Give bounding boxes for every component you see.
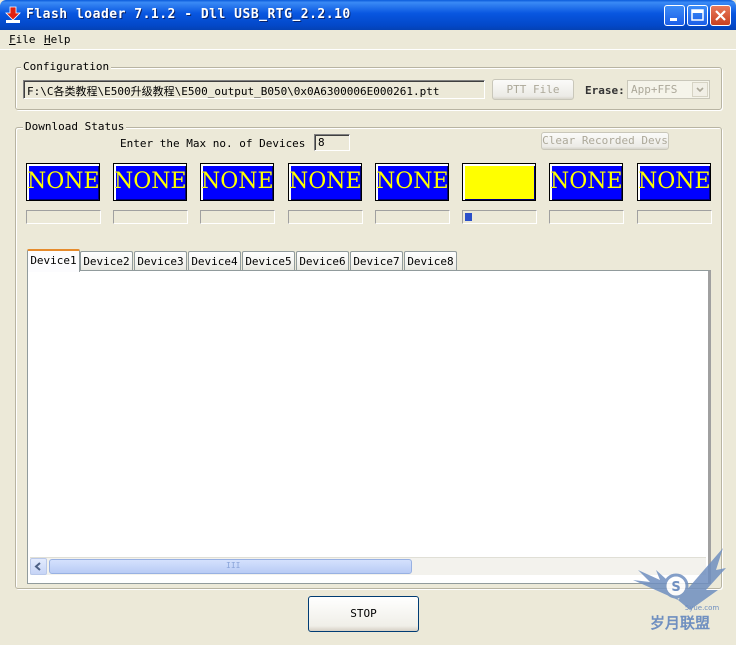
configuration-label: Configuration [21, 60, 112, 73]
erase-select-value: App+FFS [631, 83, 678, 96]
maximize-icon [691, 9, 704, 21]
menu-help-label: elp [50, 33, 71, 46]
device-log-panel[interactable] [27, 270, 711, 584]
watermark-logo: S 岁月联盟 5yue.com [633, 548, 726, 632]
watermark-url: 5yue.com [685, 604, 720, 612]
chevron-down-icon [692, 82, 708, 97]
minimize-icon [670, 18, 677, 21]
device-progress-6 [462, 210, 537, 224]
chevron-left-icon [34, 562, 41, 571]
tab-device8[interactable]: Device8 [404, 251, 457, 271]
tab-device1[interactable]: Device1 [27, 249, 80, 272]
tab-device6[interactable]: Device6 [296, 251, 349, 271]
tab-device2[interactable]: Device2 [80, 251, 133, 271]
erase-label: Erase: [585, 84, 625, 97]
maximize-button[interactable] [687, 5, 708, 26]
device-progress-3 [200, 210, 275, 224]
menu-bar: File Help [0, 30, 736, 50]
device-progress-7 [549, 210, 624, 224]
horizontal-scrollbar[interactable]: III [30, 557, 706, 575]
max-devices-input[interactable]: 8 [314, 134, 350, 151]
tab-device7[interactable]: Device7 [350, 251, 403, 271]
menu-file[interactable]: File [9, 33, 36, 46]
menu-file-label: ile [15, 33, 36, 46]
device-progress-2 [113, 210, 188, 224]
device-status-box-2: NONE [113, 163, 187, 201]
watermark-brand: 岁月联盟 [650, 614, 710, 632]
clear-recorded-devs-button[interactable]: Clear Recorded Devs [541, 132, 669, 150]
scroll-left-button[interactable] [30, 558, 47, 575]
close-button[interactable] [710, 5, 731, 26]
scroll-thumb[interactable]: III [49, 559, 412, 574]
device-progress-5 [375, 210, 450, 224]
device-status-box-4: NONE [288, 163, 362, 201]
device-status-box-1: NONE [26, 163, 100, 201]
ptt-file-path: F:\C各类教程\E500升级教程\E500_output_B050\0x0A6… [23, 80, 485, 99]
erase-select[interactable]: App+FFS [627, 80, 710, 99]
menu-help-accel: H [44, 33, 51, 46]
device-progress-1 [26, 210, 101, 224]
progress-fill-6 [465, 213, 472, 221]
device-status-box-3: NONE [200, 163, 274, 201]
watermark-letter: S [671, 580, 680, 595]
device-progress-4 [288, 210, 363, 224]
tab-device3[interactable]: Device3 [134, 251, 187, 271]
tab-device4[interactable]: Device4 [188, 251, 241, 271]
window-title: Flash loader 7.1.2 - Dll USB_RTG_2.2.10 [26, 7, 351, 22]
minimize-button[interactable] [664, 5, 685, 26]
device-status-box-5: NONE [375, 163, 449, 201]
ptt-file-button[interactable]: PTT File [492, 79, 574, 100]
title-bar[interactable]: Flash loader 7.1.2 - Dll USB_RTG_2.2.10 [0, 0, 736, 30]
download-arrow-icon [5, 6, 21, 23]
menu-file-accel: F [9, 33, 16, 46]
device-status-box-8: NONE [637, 163, 711, 201]
device-progress-8 [637, 210, 712, 224]
stop-button[interactable]: STOP [308, 596, 419, 632]
tab-device5[interactable]: Device5 [242, 251, 295, 271]
download-status-label: Download Status [23, 120, 127, 133]
close-icon [715, 10, 726, 21]
scroll-grip: III [226, 561, 241, 570]
device-status-box-7: NONE [549, 163, 623, 201]
device-status-box-6 [462, 163, 536, 201]
menu-help[interactable]: Help [44, 33, 71, 46]
max-devices-label: Enter the Max no. of Devices [120, 137, 306, 150]
